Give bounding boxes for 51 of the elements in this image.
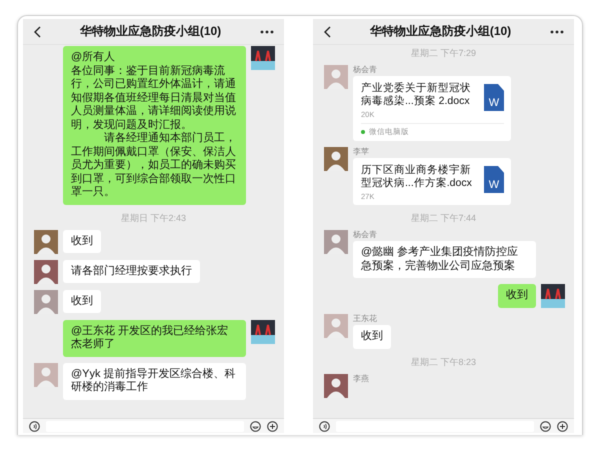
dot-icon <box>361 130 365 134</box>
file-name: 历下区商业商务楼宇新型冠状病...作方案.docx <box>361 164 473 190</box>
plus-icon[interactable] <box>557 420 568 432</box>
sender-name: 杨会青 <box>353 230 377 239</box>
more-icon[interactable] <box>260 30 274 34</box>
message-bubble: 收到 <box>498 284 536 308</box>
message-bubble: 收到 <box>63 230 101 253</box>
avatar <box>324 147 348 171</box>
back-icon[interactable] <box>33 26 41 38</box>
message-bubble: 收到 <box>63 290 101 313</box>
message-text: 请各经理通知本部门员工，工作期间佩戴口罩（保安、保洁人员尤为重要），如员工的确未购买到口罩，可到综合部领取一次性口罩一只。 <box>71 132 237 200</box>
message-bubble: @Yyk 提前指导开发区综合楼、科研楼的消毒工作 <box>63 362 246 400</box>
sender-name: 李燕 <box>353 374 369 382</box>
chat-title: 华特物业应急防疫小组(10) <box>370 23 512 40</box>
message-bubble: 请各部门经理按要求执行 <box>63 260 200 283</box>
avatar <box>324 314 348 338</box>
document-icon: W <box>484 166 504 193</box>
avatar <box>324 65 348 89</box>
sender-name: 李苹 <box>353 147 369 156</box>
message-bubble: @王东花 开发区的我已经给张宏杰老师了 <box>63 320 246 356</box>
voice-icon[interactable] <box>319 420 330 432</box>
timestamp: 星期二 下午7:44 <box>410 213 476 224</box>
chat-title: 华特物业应急防疫小组(10) <box>80 23 222 40</box>
avatar <box>324 230 348 254</box>
message-text: @所有人 <box>71 51 116 64</box>
avatar <box>34 230 58 254</box>
plus-icon[interactable] <box>267 420 278 432</box>
more-icon[interactable] <box>550 30 564 34</box>
voice-icon[interactable] <box>29 420 40 432</box>
back-icon[interactable] <box>323 26 331 38</box>
avatar <box>34 362 58 386</box>
timestamp: 星期二 下午7:29 <box>410 48 476 59</box>
avatar <box>34 260 58 284</box>
emoji-icon[interactable] <box>250 420 261 432</box>
sender-name: 王东花 <box>353 314 377 323</box>
message-input[interactable] <box>46 420 244 432</box>
sender-name: 杨会青 <box>353 65 377 74</box>
file-name: 产业党委关于新型冠状病毒感染...预案 2.docx <box>361 82 472 108</box>
message-bubble: @懿幽 参考产业集团疫情防控应急预案，完善物业公司应急预案 <box>353 241 536 278</box>
avatar <box>251 320 275 344</box>
message-text: 各位同事：鉴于目前新冠病毒流行，公司已购置红外体温计，请通知假期各值班经理每日清晨对当值人员测量体温，请详细阅读使用说明，发现问题及时汇报。 <box>71 64 237 132</box>
emoji-icon[interactable] <box>540 420 551 432</box>
timestamp: 星期日 下午2:43 <box>120 212 186 224</box>
avatar <box>34 290 58 314</box>
avatar <box>541 284 565 308</box>
document-icon: W <box>484 84 504 111</box>
message-input[interactable] <box>336 420 534 432</box>
avatar <box>251 46 275 70</box>
message-bubble: 收到 <box>353 325 391 348</box>
timestamp: 星期二 下午8:23 <box>410 356 476 368</box>
avatar <box>324 374 348 398</box>
